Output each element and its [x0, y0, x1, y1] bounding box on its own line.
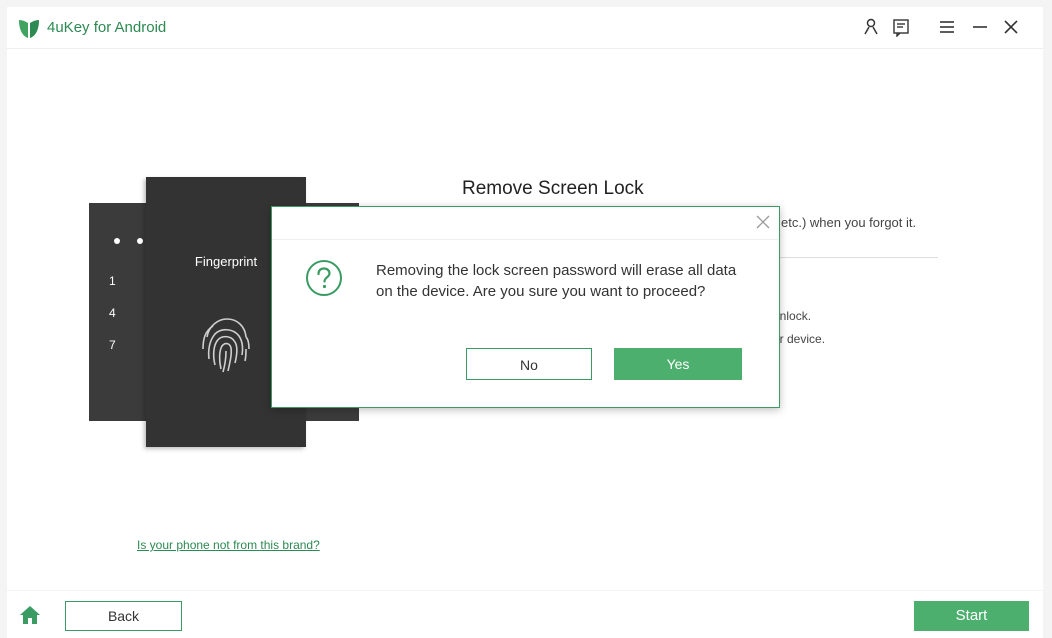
app-window: 4uKey for Android 1 4 7 Fingerprint Remo… [0, 0, 1052, 638]
title-bar: 4uKey for Android [7, 7, 1043, 49]
keypad-number: 1 [109, 274, 116, 288]
pin-dot [114, 238, 120, 244]
dialog-close-icon[interactable] [756, 215, 770, 229]
dialog-message: Removing the lock screen password will e… [376, 262, 737, 300]
confirm-dialog: Removing the lock screen password will e… [271, 206, 780, 408]
brand-link[interactable]: Is your phone not from this brand? [137, 538, 320, 552]
page-heading: Remove Screen Lock [462, 178, 644, 199]
home-icon[interactable] [19, 605, 41, 625]
dialog-header [272, 207, 779, 240]
user-icon[interactable] [861, 17, 881, 37]
feedback-icon[interactable] [891, 17, 911, 37]
minimize-icon[interactable] [970, 17, 990, 37]
back-button[interactable]: Back [65, 601, 182, 631]
no-button[interactable]: No [466, 348, 592, 380]
keypad-number: 4 [109, 306, 116, 320]
app-title: 4uKey for Android [47, 19, 167, 36]
app-logo [19, 20, 39, 38]
divider [773, 257, 938, 258]
menu-icon[interactable] [937, 17, 957, 37]
pin-dot [137, 238, 143, 244]
description-text: ur device. [773, 332, 826, 346]
start-button[interactable]: Start [914, 601, 1029, 631]
description-text: etc.) when you forgot it. [781, 215, 917, 230]
question-icon [306, 260, 342, 296]
yes-button[interactable]: Yes [614, 348, 742, 380]
fingerprint-icon [202, 318, 250, 373]
close-icon[interactable] [1001, 17, 1021, 37]
footer-bar: Back Start [7, 591, 1043, 638]
keypad-number: 7 [109, 338, 116, 352]
